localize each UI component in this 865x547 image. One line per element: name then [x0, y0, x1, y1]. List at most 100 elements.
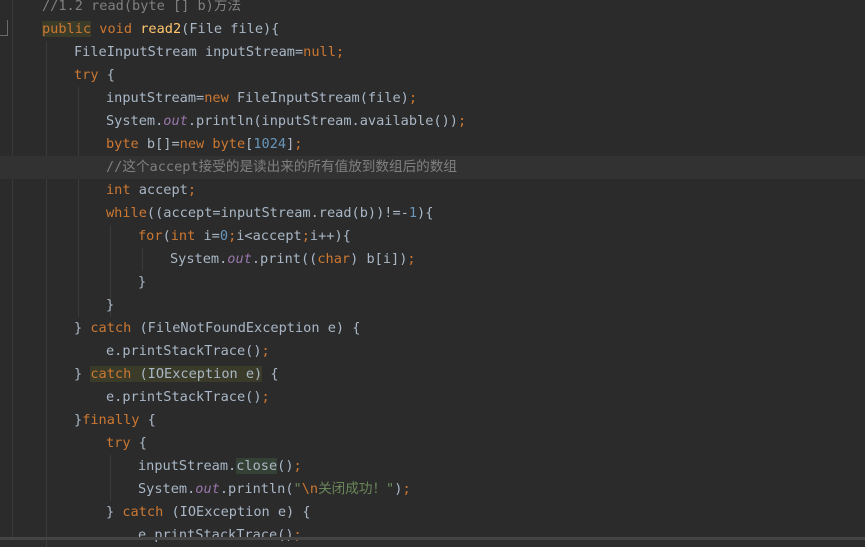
code-line[interactable]: }finally {: [0, 409, 865, 432]
code-token: e.printStackTrace(): [138, 527, 294, 543]
code-line[interactable]: System.out.print((char) b[i]);: [0, 248, 865, 271]
code-token: ;: [408, 90, 418, 106]
code-token: (IOException e): [131, 366, 263, 382]
code-token: (FileNotFoundException e) {: [131, 320, 361, 336]
code-token: ;: [301, 228, 310, 244]
code-line[interactable]: //1.2 read(byte [] b)方法: [0, 0, 865, 18]
code-token: ){: [417, 205, 434, 221]
code-token: ;: [187, 182, 197, 198]
code-line[interactable]: int accept;: [0, 179, 865, 202]
code-token: (: [162, 228, 171, 244]
code-line[interactable]: try {: [0, 432, 865, 455]
code-token: ((accept=inputStream.read(b))!=-: [146, 205, 409, 221]
code-token: .println(inputStream.available()): [187, 113, 458, 129]
code-line[interactable]: System.out.println("\n关闭成功！");: [0, 478, 865, 501]
code-token: public: [42, 21, 92, 37]
code-token: ;: [293, 458, 302, 474]
code-token: e.printStackTrace(): [106, 343, 262, 359]
code-token: try: [74, 67, 99, 83]
code-line[interactable]: inputStream.close();: [0, 455, 865, 478]
code-token: while: [106, 205, 147, 221]
code-token: null: [303, 44, 336, 60]
code-token: ": [293, 481, 302, 497]
code-token: ;: [402, 481, 411, 497]
code-token: char: [317, 251, 351, 267]
code-token: ;: [335, 44, 345, 60]
code-token: System.: [106, 113, 164, 129]
code-token: try: [106, 435, 131, 451]
code-line[interactable]: } catch (FileNotFoundException e) {: [0, 317, 865, 340]
code-token: catch: [90, 366, 132, 382]
code-token: ;: [457, 113, 467, 129]
code-line[interactable]: }: [0, 271, 865, 294]
code-token: {: [262, 366, 279, 382]
code-line[interactable]: } catch (IOException e) {: [0, 363, 865, 386]
code-token: ;: [294, 136, 303, 152]
code-token: }: [106, 297, 115, 313]
code-token: for: [138, 228, 163, 244]
code-token: {: [139, 412, 156, 428]
code-token: {: [130, 435, 147, 451]
code-editor[interactable]: //1.2 read(byte [] b)方法 public void read2…: [0, 0, 865, 547]
code-token: i<accept: [236, 228, 302, 244]
code-token: }: [74, 366, 91, 382]
code-token: catch: [90, 320, 132, 336]
code-token: finally: [82, 412, 140, 428]
code-token: ;: [293, 527, 302, 543]
code-token: read2: [140, 21, 182, 37]
code-token: inputStream=: [106, 90, 205, 106]
code-token: int: [106, 182, 131, 198]
code-token: e.printStackTrace(): [106, 389, 262, 405]
code-token: FileInputStream inputStream=: [74, 44, 304, 60]
code-line[interactable]: FileInputStream inputStream=null;: [0, 41, 865, 64]
code-token: ;: [407, 251, 416, 267]
code-token: 0: [219, 228, 229, 244]
code-token: ) b[i]): [350, 251, 408, 267]
code-line[interactable]: //这个accept接受的是读出来的所有值放到数组后的数组: [0, 156, 865, 179]
code-token: (IOException e) {: [163, 504, 311, 520]
code-line[interactable]: } catch (IOException e) {: [0, 501, 865, 524]
code-token: .println(: [219, 481, 294, 497]
code-token: out: [163, 113, 188, 129]
code-token: close: [236, 458, 278, 474]
code-line[interactable]: public void read2(File file){: [0, 18, 865, 41]
code-token: out: [195, 481, 220, 497]
code-token: }: [138, 274, 147, 290]
code-token: accept: [130, 182, 188, 198]
code-line[interactable]: byte b[]=new byte[1024];: [0, 133, 865, 156]
code-token: }: [74, 320, 91, 336]
code-token: }: [106, 504, 123, 520]
code-token: 1: [408, 205, 418, 221]
code-token: FileInputStream(file): [228, 90, 409, 106]
code-line[interactable]: e.printStackTrace();: [0, 386, 865, 409]
code-token: System.: [170, 251, 228, 267]
code-token: new: [204, 90, 229, 106]
code-token: }: [74, 412, 83, 428]
code-token: new: [179, 136, 205, 152]
code-token: \n: [301, 481, 319, 497]
code-token: i=: [195, 228, 220, 244]
code-line[interactable]: while((accept=inputStream.read(b))!=-1){: [0, 202, 865, 225]
code-token: (): [277, 458, 294, 474]
code-token: byte: [212, 136, 246, 152]
code-token: {: [98, 67, 115, 83]
code-token: ;: [261, 343, 270, 359]
code-token: out: [227, 251, 252, 267]
code-line[interactable]: for(int i=0;i<accept;i++){: [0, 225, 865, 248]
code-token: ;: [261, 389, 270, 405]
code-token: //这个accept接受的是读出来的所有值放到数组后的数组: [106, 159, 457, 175]
code-token: 关闭成功！": [318, 481, 395, 497]
code-line[interactable]: e.printStackTrace();: [0, 524, 865, 547]
code-token: b[]=: [138, 136, 180, 152]
code-line[interactable]: e.printStackTrace();: [0, 340, 865, 363]
code-token: (File file){: [181, 21, 280, 37]
code-line[interactable]: }: [0, 294, 865, 317]
code-token: byte: [106, 136, 139, 152]
code-token: 1024: [253, 136, 287, 152]
code-token: int: [170, 228, 196, 244]
code-line[interactable]: inputStream=new FileInputStream(file);: [0, 87, 865, 110]
code-line[interactable]: try {: [0, 64, 865, 87]
code-token: catch: [122, 504, 164, 520]
code-line[interactable]: System.out.println(inputStream.available…: [0, 110, 865, 133]
